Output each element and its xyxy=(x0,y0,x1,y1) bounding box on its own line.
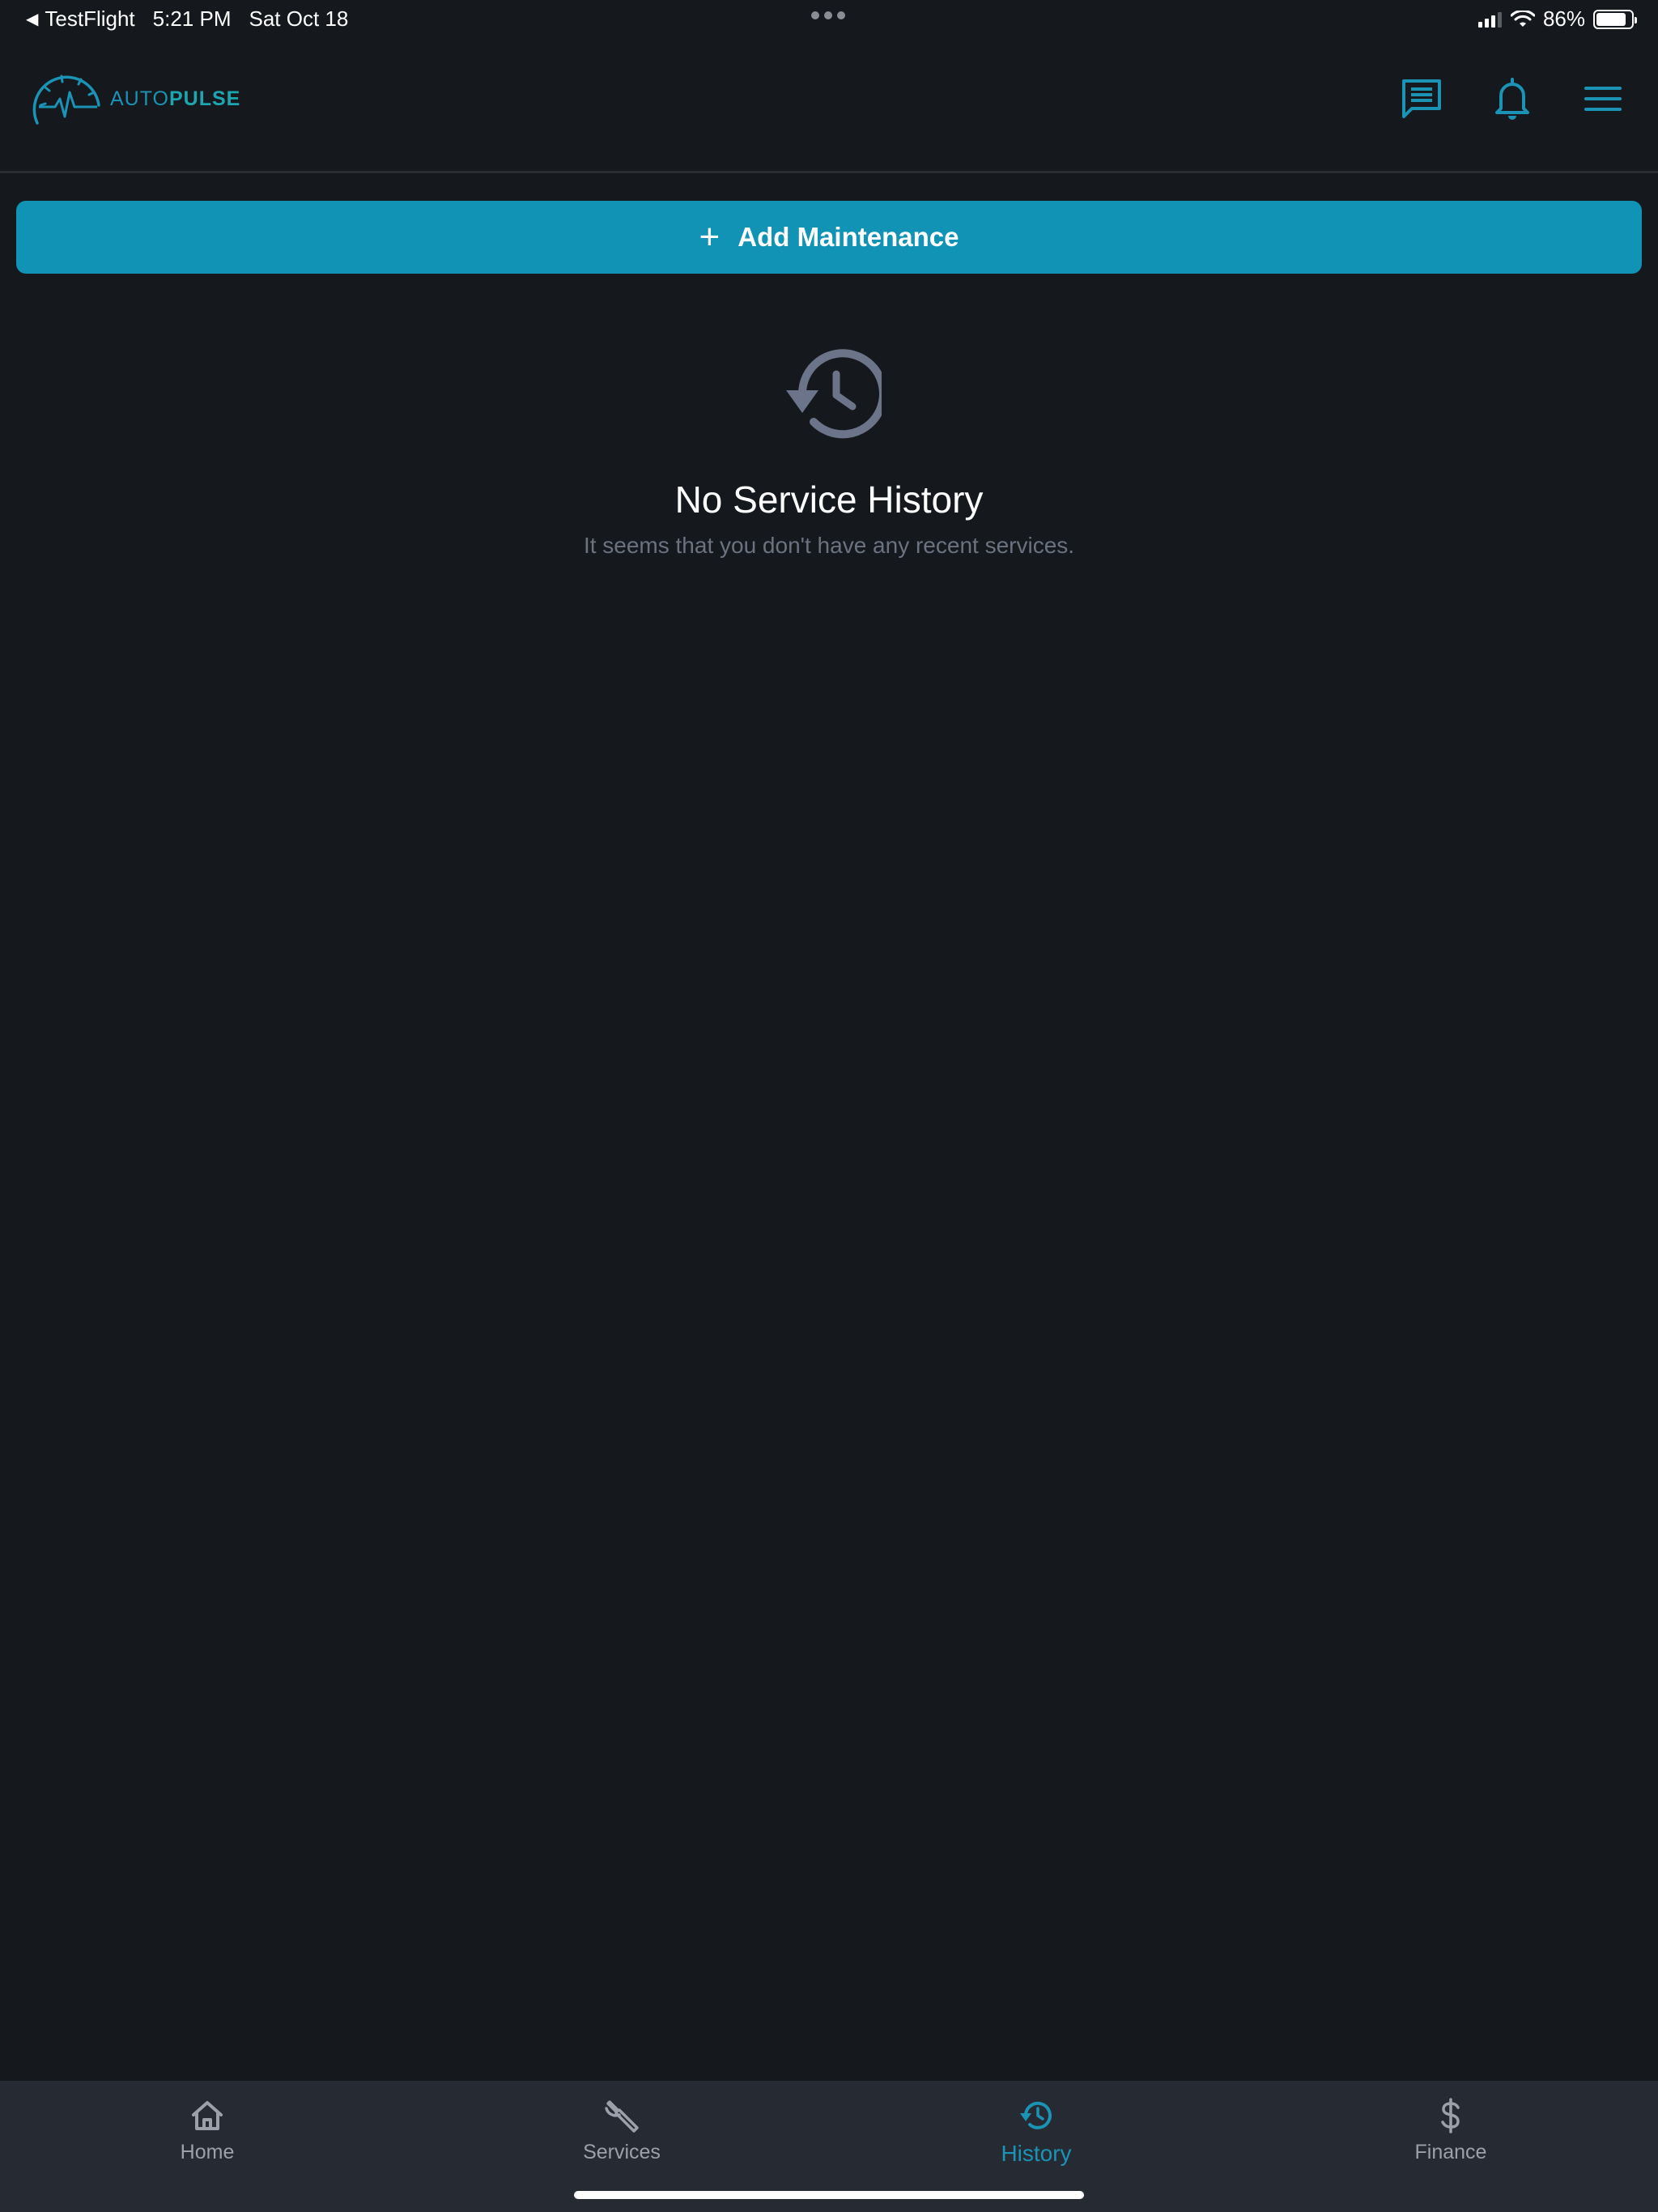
screen: ◀ TestFlight 5:21 PM Sat Oct 18 86% AUTO… xyxy=(0,0,1658,2212)
wrench-icon xyxy=(605,2100,639,2133)
add-maintenance-label: Add Maintenance xyxy=(738,222,959,252)
home-icon xyxy=(192,2101,223,2130)
status-date: Sat Oct 18 xyxy=(249,6,349,31)
empty-state-title: No Service History xyxy=(674,479,984,521)
battery-fill xyxy=(1596,12,1626,26)
history-icon xyxy=(1020,2101,1052,2129)
app-header: AUTOPULSE xyxy=(0,39,1658,173)
logo-text-auto: AUTO xyxy=(110,87,169,110)
status-bar-left: ◀ TestFlight 5:21 PM Sat Oct 18 xyxy=(26,6,348,32)
status-time: 5:21 PM xyxy=(152,6,232,31)
battery-tip xyxy=(1635,16,1637,23)
add-maintenance-button[interactable]: + Add Maintenance xyxy=(16,201,1642,274)
status-bar: ◀ TestFlight 5:21 PM Sat Oct 18 86% xyxy=(0,0,1658,39)
history-icon xyxy=(786,349,882,439)
nav-item-history[interactable]: History xyxy=(955,2097,1117,2167)
battery-percent: 86% xyxy=(1542,6,1585,31)
multitasking-dots-icon[interactable] xyxy=(811,11,845,19)
menu-button[interactable] xyxy=(1580,76,1626,121)
header-actions xyxy=(1399,76,1626,121)
home-indicator[interactable] xyxy=(574,2191,1084,2199)
nav-item-finance[interactable]: Finance xyxy=(1370,2097,1532,2164)
dot xyxy=(824,11,832,19)
nav-label-services: Services xyxy=(583,2141,661,2163)
plus-icon: + xyxy=(699,217,721,257)
dot xyxy=(837,11,845,19)
nav-item-services[interactable]: Services xyxy=(541,2097,703,2164)
nav-item-home[interactable]: Home xyxy=(126,2097,288,2164)
wifi-icon xyxy=(1510,10,1535,27)
dot xyxy=(811,11,819,19)
nav-label-home: Home xyxy=(180,2141,235,2163)
bell-icon xyxy=(1495,78,1529,120)
nav-label-finance: Finance xyxy=(1414,2141,1487,2163)
empty-state-subtitle: It seems that you don't have any recent … xyxy=(583,533,1075,558)
menu-icon xyxy=(1584,87,1622,111)
back-app-label[interactable]: TestFlight xyxy=(45,6,134,32)
battery-icon xyxy=(1593,9,1637,29)
app-logo[interactable]: AUTOPULSE xyxy=(31,70,240,128)
nav-label-history: History xyxy=(1001,2141,1072,2166)
dollar-icon xyxy=(1441,2098,1460,2133)
back-arrow-icon[interactable]: ◀ xyxy=(26,9,38,29)
status-bar-right: 86% xyxy=(1477,6,1637,32)
logo-text: AUTOPULSE xyxy=(110,87,240,111)
empty-state: No Service History It seems that you don… xyxy=(0,348,1658,559)
logo-text-pulse: PULSE xyxy=(169,87,241,110)
chat-button[interactable] xyxy=(1399,76,1444,121)
speedometer-pulse-logo-icon xyxy=(32,74,100,125)
cellular-signal-icon xyxy=(1477,11,1502,28)
notifications-button[interactable] xyxy=(1490,76,1535,121)
chat-icon xyxy=(1402,79,1441,118)
